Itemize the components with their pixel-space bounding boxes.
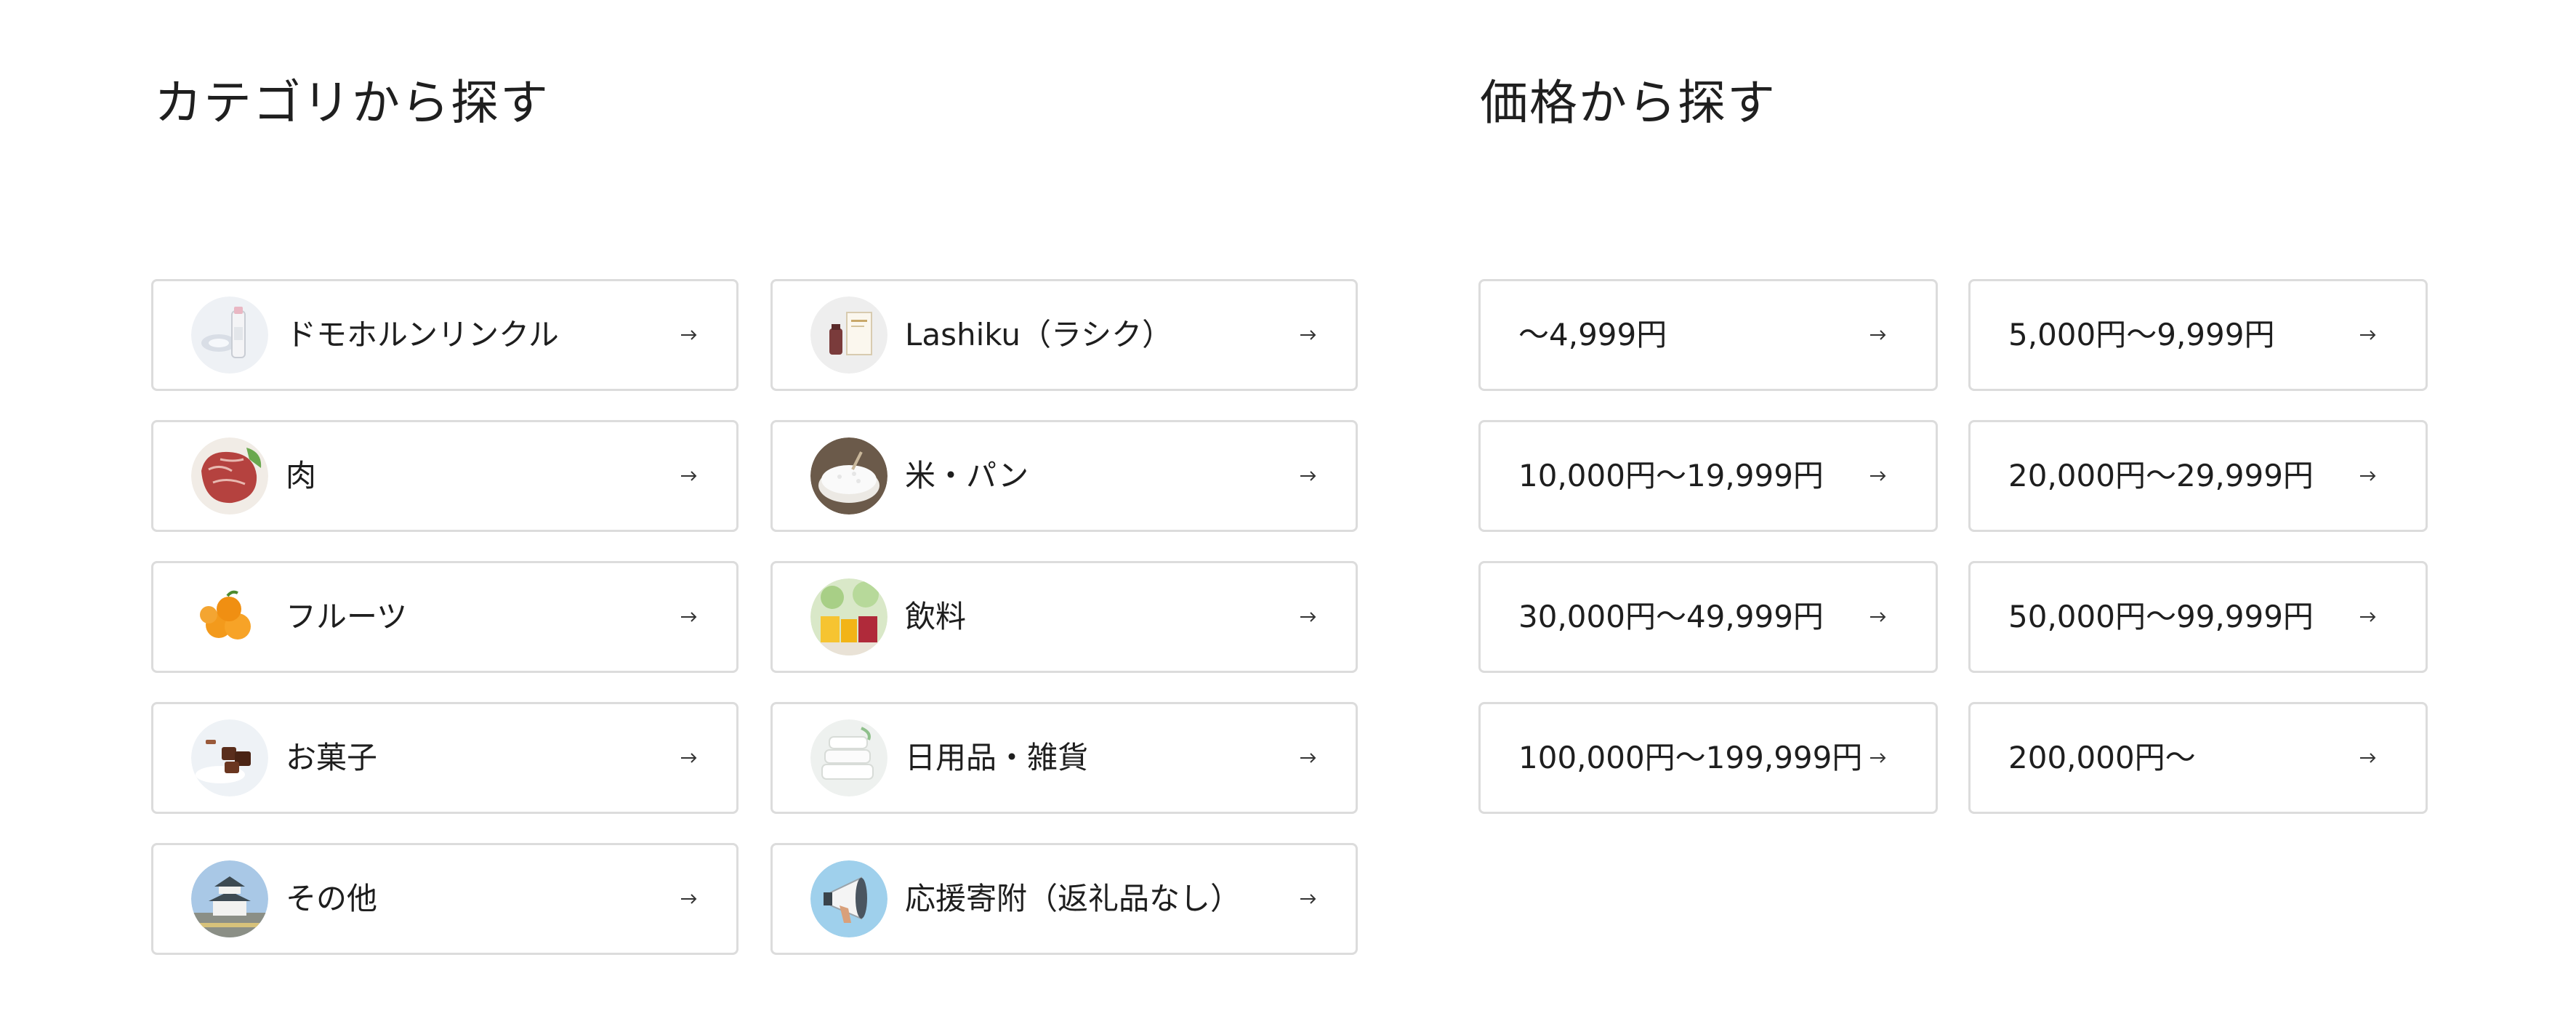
oranges-thumb xyxy=(191,578,268,655)
category-grid: ドモホルンリンクル Lashiku（ラシク） 肉 米・パン フルーツ 飲料 お菓… xyxy=(151,279,1358,955)
price-card-5000-9999[interactable]: 5,000円〜9,999円 xyxy=(1968,279,2428,391)
category-label: お菓子 xyxy=(286,740,378,775)
arrow-right-icon xyxy=(681,894,697,904)
price-range-label: 100,000円〜199,999円 xyxy=(1518,740,1863,775)
category-label: 応援寄附（返礼品なし） xyxy=(905,881,1241,916)
category-card-daily-goods[interactable]: 日用品・雑貨 xyxy=(770,702,1358,814)
category-card-support-donation[interactable]: 応援寄附（返礼品なし） xyxy=(770,843,1358,955)
category-label: フルーツ xyxy=(286,599,408,634)
price-card-20000-29999[interactable]: 20,000円〜29,999円 xyxy=(1968,420,2428,532)
arrow-right-icon xyxy=(681,612,697,622)
category-card-rice-bread[interactable]: 米・パン xyxy=(770,420,1358,532)
arrow-right-icon xyxy=(2360,471,2376,481)
castle-thumb xyxy=(191,860,268,937)
category-card-others[interactable]: その他 xyxy=(151,843,738,955)
arrow-right-icon xyxy=(2360,753,2376,763)
category-card-lashiku[interactable]: Lashiku（ラシク） xyxy=(770,279,1358,391)
megaphone-thumb xyxy=(810,860,887,937)
towels-thumb xyxy=(810,719,887,796)
category-card-sweets[interactable]: お菓子 xyxy=(151,702,738,814)
price-card-100000-199999[interactable]: 100,000円〜199,999円 xyxy=(1478,702,1938,814)
category-card-domohorn-wrinkle[interactable]: ドモホルンリンクル xyxy=(151,279,738,391)
price-range-label: 20,000円〜29,999円 xyxy=(2008,458,2314,493)
category-label: 飲料 xyxy=(905,599,967,634)
chocolate-thumb xyxy=(191,719,268,796)
category-label: 日用品・雑貨 xyxy=(905,740,1089,775)
arrow-right-icon xyxy=(2360,330,2376,340)
beef-thumb xyxy=(191,437,268,514)
arrow-right-icon xyxy=(1300,612,1316,622)
price-card-30000-49999[interactable]: 30,000円〜49,999円 xyxy=(1478,561,1938,673)
juice-glasses-thumb xyxy=(810,578,887,655)
price-range-label: 50,000円〜99,999円 xyxy=(2008,599,2314,634)
arrow-right-icon xyxy=(1300,330,1316,340)
arrow-right-icon xyxy=(1300,894,1316,904)
arrow-right-icon xyxy=(1300,753,1316,763)
category-label: Lashiku（ラシク） xyxy=(905,317,1173,352)
arrow-right-icon xyxy=(1870,330,1886,340)
arrow-right-icon xyxy=(2360,612,2376,622)
price-range-label: 30,000円〜49,999円 xyxy=(1518,599,1824,634)
arrow-right-icon xyxy=(681,471,697,481)
price-range-label: 〜4,999円 xyxy=(1518,317,1667,352)
category-card-fruit[interactable]: フルーツ xyxy=(151,561,738,673)
category-label: その他 xyxy=(286,881,378,916)
arrow-right-icon xyxy=(1870,612,1886,622)
price-card-10000-19999[interactable]: 10,000円〜19,999円 xyxy=(1478,420,1938,532)
category-label: 米・パン xyxy=(905,458,1029,493)
supplement-box-thumb xyxy=(810,296,887,374)
skincare-bottle-thumb xyxy=(191,296,268,374)
category-label: ドモホルンリンクル xyxy=(286,317,559,352)
arrow-right-icon xyxy=(1870,753,1886,763)
arrow-right-icon xyxy=(1870,471,1886,481)
price-card-under-5000[interactable]: 〜4,999円 xyxy=(1478,279,1938,391)
arrow-right-icon xyxy=(1300,471,1316,481)
price-grid: 〜4,999円 5,000円〜9,999円 10,000円〜19,999円 20… xyxy=(1478,279,2428,814)
price-card-200000-plus[interactable]: 200,000円〜 xyxy=(1968,702,2428,814)
price-section-title: 価格から探す xyxy=(1480,75,1776,131)
category-label: 肉 xyxy=(286,458,317,493)
rice-bowl-thumb xyxy=(810,437,887,514)
price-range-label: 10,000円〜19,999円 xyxy=(1518,458,1824,493)
price-range-label: 200,000円〜 xyxy=(2008,740,2196,775)
category-card-meat[interactable]: 肉 xyxy=(151,420,738,532)
price-range-label: 5,000円〜9,999円 xyxy=(2008,317,2275,352)
category-section-title: カテゴリから探す xyxy=(154,75,550,131)
arrow-right-icon xyxy=(681,330,697,340)
arrow-right-icon xyxy=(681,753,697,763)
price-card-50000-99999[interactable]: 50,000円〜99,999円 xyxy=(1968,561,2428,673)
category-card-drinks[interactable]: 飲料 xyxy=(770,561,1358,673)
